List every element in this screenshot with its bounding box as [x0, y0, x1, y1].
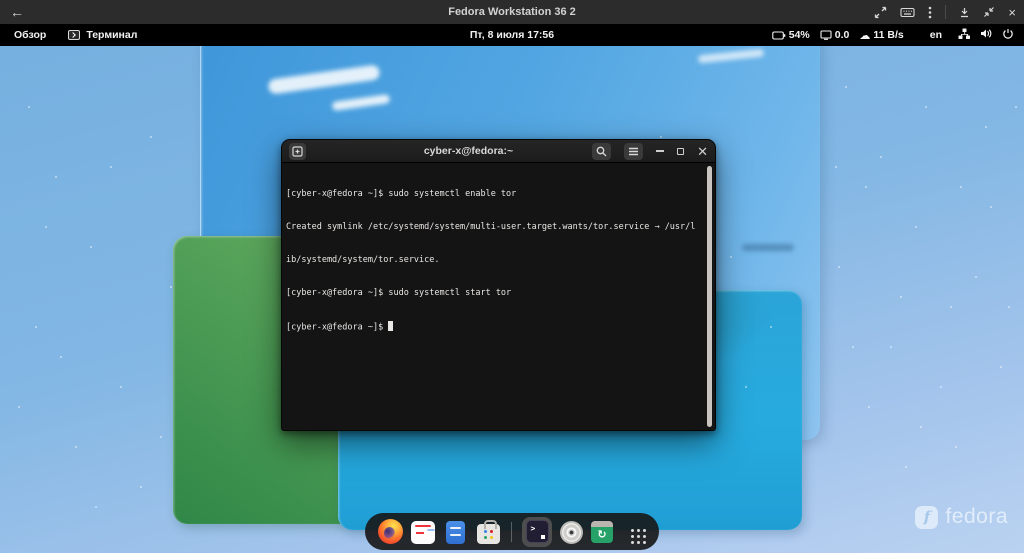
screen: ← Fedora Workstation 36 2 × Обзор Термин…: [0, 0, 1024, 553]
keyboard-icon[interactable]: [900, 7, 915, 18]
terminal-prompt-line: [cyber-x@fedora ~]$: [286, 321, 703, 334]
network-tree-icon[interactable]: [958, 28, 971, 43]
vm-titlebar: ← Fedora Workstation 36 2 ×: [0, 0, 1024, 24]
app-menu-label: Терминал: [86, 29, 137, 41]
fedora-watermark: f fedora: [915, 505, 1008, 529]
new-tab-button[interactable]: [289, 143, 306, 160]
terminal-dock-item-active[interactable]: [522, 517, 552, 547]
show-apps-icon[interactable]: [626, 524, 641, 539]
minimize-window-icon[interactable]: [959, 7, 970, 18]
network-speed-indicator[interactable]: ☁ 11 B/s: [859, 29, 903, 41]
rain-dots: [0, 46, 2, 48]
monitor-value: 0.0: [835, 29, 850, 41]
cloud-shape: [742, 244, 794, 251]
dock: [365, 513, 659, 550]
software-icon[interactable]: [477, 524, 500, 544]
restore-window-icon[interactable]: [983, 6, 995, 18]
terminal-line: [cyber-x@fedora ~]$ sudo systemctl enabl…: [286, 189, 703, 200]
terminal-content[interactable]: [cyber-x@fedora ~]$ sudo systemctl enabl…: [282, 163, 705, 430]
app-menu[interactable]: Терминал: [68, 29, 137, 41]
volume-icon[interactable]: [980, 28, 993, 42]
terminal-line: ib/systemd/system/tor.service.: [286, 255, 703, 266]
files-icon[interactable]: [446, 521, 465, 544]
gnome-top-bar: Обзор Терминал Пт, 8 июля 17:56 54% 0.0 …: [0, 24, 1024, 46]
keyboard-layout-indicator[interactable]: en: [930, 29, 942, 41]
calendar-icon[interactable]: [411, 521, 435, 544]
terminal-window: cyber-x@fedora:~ ✕ [cyber-x@fedora ~]$ s…: [281, 139, 716, 431]
battery-indicator[interactable]: 54%: [772, 29, 810, 41]
terminal-scrollbar[interactable]: [707, 166, 712, 427]
terminal-title: cyber-x@fedora:~: [342, 145, 595, 157]
terminal-titlebar[interactable]: cyber-x@fedora:~ ✕: [282, 140, 715, 163]
battery-percent: 54%: [789, 29, 810, 41]
activities-button[interactable]: Обзор: [14, 29, 46, 41]
firefox-icon[interactable]: [378, 519, 403, 544]
terminal-cursor: [388, 321, 393, 331]
terminal-line: [cyber-x@fedora ~]$: [286, 323, 383, 333]
fedora-logo-icon: f: [915, 506, 938, 529]
back-icon[interactable]: ←: [10, 5, 24, 19]
disc-icon[interactable]: [560, 521, 583, 544]
kebab-menu-icon[interactable]: [928, 6, 932, 19]
fedora-brand-text: fedora: [945, 505, 1008, 529]
updater-icon[interactable]: [591, 521, 613, 543]
power-icon[interactable]: [1002, 28, 1014, 43]
terminal-line: [cyber-x@fedora ~]$ sudo systemctl start…: [286, 288, 703, 299]
dock-separator: [511, 522, 512, 542]
fullscreen-icon[interactable]: [874, 6, 887, 19]
cloud-icon: ☁: [859, 30, 870, 41]
menu-button[interactable]: [624, 143, 643, 160]
monitor-indicator[interactable]: 0.0: [820, 29, 850, 41]
terminal-app-icon: [68, 30, 80, 40]
search-button[interactable]: [592, 143, 611, 160]
network-rate: 11 B/s: [873, 29, 903, 41]
terminal-icon: [526, 520, 549, 543]
vm-window-title: Fedora Workstation 36 2: [0, 6, 1024, 18]
terminal-line: Created symlink /etc/systemd/system/mult…: [286, 222, 703, 233]
close-button[interactable]: ✕: [697, 145, 708, 158]
maximize-button[interactable]: [677, 148, 684, 155]
minimize-button[interactable]: [656, 150, 664, 152]
close-window-icon[interactable]: ×: [1008, 6, 1016, 19]
titlebar-separator: [945, 5, 946, 19]
